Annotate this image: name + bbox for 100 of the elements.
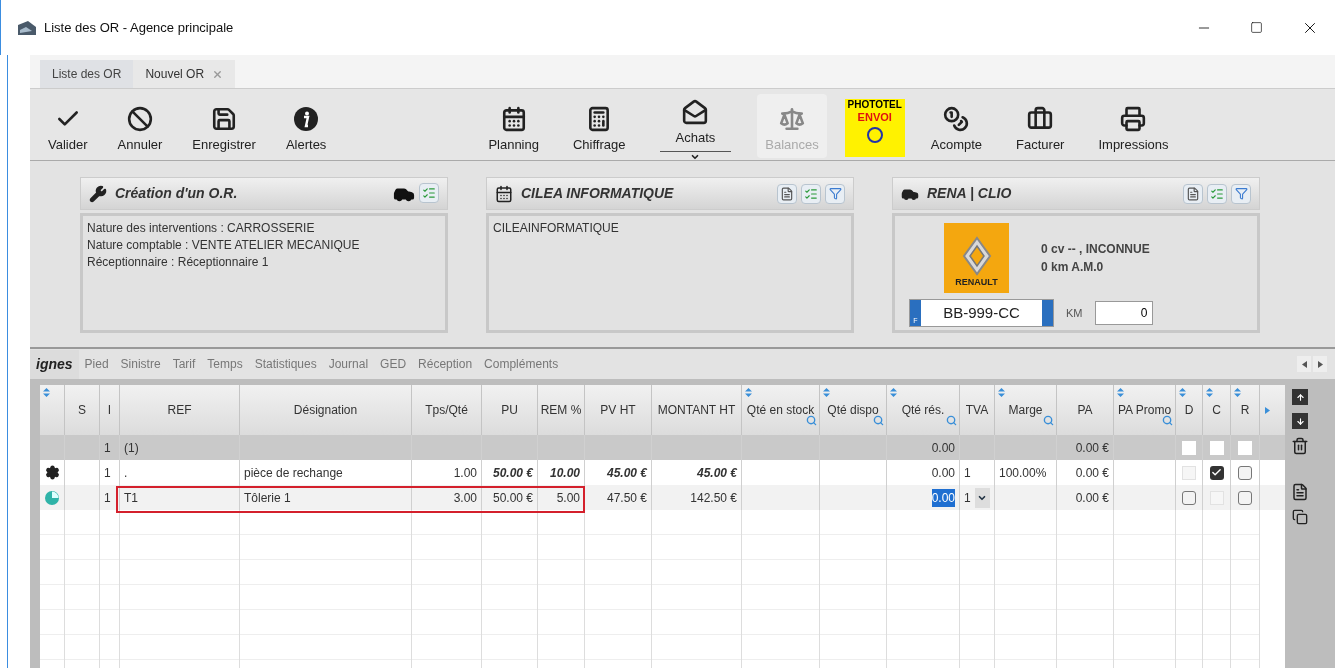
phototel-logo[interactable]: PHOTOTEL ENVOI [844, 99, 905, 157]
toolbar-button[interactable]: Achats [651, 94, 740, 158]
toolbar-button[interactable]: Acompte [922, 94, 991, 158]
detail-tab[interactable]: Temps [201, 355, 249, 373]
document-icon[interactable] [1291, 483, 1309, 501]
detail-tab[interactable]: ignes [30, 349, 79, 379]
plate-number: BB-999-CC [942, 303, 1021, 323]
table-cell-text: 0.00 € [1075, 439, 1109, 457]
move-down-button[interactable] [1292, 413, 1308, 429]
sort-icon[interactable] [890, 388, 897, 397]
right-arrow-icon [1317, 360, 1323, 368]
sort-icon[interactable] [1206, 388, 1213, 397]
toolbar-button[interactable]: Annuler [109, 94, 171, 158]
table-cell-text: pièce de rechange [244, 464, 343, 482]
panel-title: RENA | CLIO [927, 184, 1012, 203]
sort-icon[interactable] [1179, 388, 1186, 397]
table-cell-text: 45.00 € [606, 464, 647, 482]
table-cell-text: 3.00 [453, 489, 477, 507]
detail-tab[interactable]: Journal [322, 355, 375, 373]
table-cell: 0.00 [931, 488, 955, 507]
toolbar-button[interactable]: Impressions [1090, 94, 1177, 158]
gear-icon [44, 465, 60, 480]
copy-icon[interactable] [1292, 509, 1308, 525]
close-tab-icon[interactable] [212, 68, 224, 80]
sort-icon[interactable] [1117, 388, 1124, 397]
document-tab[interactable]: Liste des OR [40, 60, 134, 88]
sort-icon[interactable] [1234, 388, 1241, 397]
dropdown-button[interactable] [974, 487, 990, 508]
table-cell-text: 10.00 [549, 464, 580, 482]
checkbox[interactable] [1238, 465, 1252, 480]
toolbar-icon [1120, 105, 1147, 132]
table-cell-text: 1 [104, 464, 111, 482]
scroll-right-button[interactable] [1313, 356, 1327, 372]
filter-icon[interactable] [825, 183, 845, 204]
checkbox[interactable] [1238, 490, 1252, 505]
wrench-icon [89, 184, 107, 203]
km-field[interactable]: 0 [1094, 301, 1153, 325]
table-cell-text: (1) [124, 439, 139, 457]
sort-icon[interactable] [745, 388, 752, 397]
table-cell-text: 1 [964, 489, 971, 507]
delete-icon[interactable] [1291, 437, 1309, 455]
toolbar-icon [126, 105, 153, 132]
panel-line: CILEAINFORMATIQUE [493, 220, 620, 237]
search-icon[interactable] [1043, 415, 1054, 426]
window-title: Liste des OR - Agence principale [44, 18, 234, 37]
checkbox[interactable] [1238, 440, 1252, 455]
toolbar-icon [779, 105, 805, 132]
scroll-left-button[interactable] [1297, 356, 1311, 372]
panel-line: Nature comptable : VENTE ATELIER MECANIQUE [87, 237, 361, 254]
table-cell-text: 50.00 € [492, 464, 533, 482]
new-document-icon[interactable] [777, 183, 797, 204]
search-icon[interactable] [806, 415, 817, 426]
caret-icon [690, 152, 701, 162]
document-tab[interactable]: Nouvel OR [133, 60, 236, 88]
vehicle-info: 0 km A.M.0 [1041, 259, 1105, 276]
detail-tab[interactable]: Réception [412, 355, 479, 373]
detail-tab[interactable]: Tarif [166, 355, 202, 373]
search-icon[interactable] [1162, 415, 1173, 426]
search-icon[interactable] [946, 415, 957, 426]
search-icon[interactable] [873, 415, 884, 426]
toolbar-button[interactable]: Chiffrage [565, 94, 634, 158]
toolbar-button[interactable]: Facturer [1008, 94, 1073, 158]
checkbox[interactable] [1209, 465, 1224, 480]
checklist-icon[interactable] [419, 182, 439, 203]
table-cell-text: 100.00% [999, 464, 1047, 482]
maximize-icon[interactable] [1250, 21, 1263, 34]
toolbar-icon [1027, 105, 1054, 132]
checkbox[interactable] [1182, 490, 1196, 505]
toolbar-button[interactable]: Alertes [277, 94, 335, 158]
left-arrow-icon [1301, 360, 1307, 368]
toolbar-icon [943, 105, 970, 132]
detail-tab[interactable]: Statistiques [248, 355, 323, 373]
checklist-icon[interactable] [801, 183, 821, 204]
new-document-icon[interactable] [1183, 183, 1203, 204]
checkbox[interactable] [1182, 440, 1196, 455]
info-icon [293, 105, 320, 132]
logo-text: PHOTOTEL [847, 99, 902, 111]
detail-tab[interactable]: Pied [78, 355, 115, 373]
table-cell-text: Tôlerie 1 [244, 489, 291, 507]
table-cell-text: 0.00 [931, 439, 955, 457]
diamond-icon [961, 235, 992, 276]
checkbox[interactable] [1209, 440, 1224, 455]
scroll-right-icon[interactable] [1265, 406, 1270, 414]
detail-tab[interactable]: Compléments [478, 355, 565, 373]
move-up-button[interactable] [1292, 389, 1308, 405]
table-cell-text: 1 [104, 489, 111, 507]
toolbar-button[interactable]: Enregistrer [184, 94, 264, 158]
table-cell-text: T1 [124, 489, 138, 507]
toolbar-button[interactable]: Planning [480, 94, 547, 158]
sort-icon[interactable] [43, 388, 50, 397]
table-cell-text: 0.00 [931, 464, 955, 482]
km-label: KM [1066, 305, 1083, 321]
detail-tab[interactable]: Sinistre [114, 355, 167, 373]
checklist-icon[interactable] [1207, 183, 1227, 204]
toolbar-button[interactable]: Valider [40, 94, 96, 158]
sort-icon[interactable] [998, 388, 1005, 397]
sort-icon[interactable] [823, 388, 830, 397]
filter-icon[interactable] [1231, 183, 1251, 204]
calendar-icon [495, 184, 513, 203]
table-cell-text: 0.00 € [1075, 464, 1109, 482]
